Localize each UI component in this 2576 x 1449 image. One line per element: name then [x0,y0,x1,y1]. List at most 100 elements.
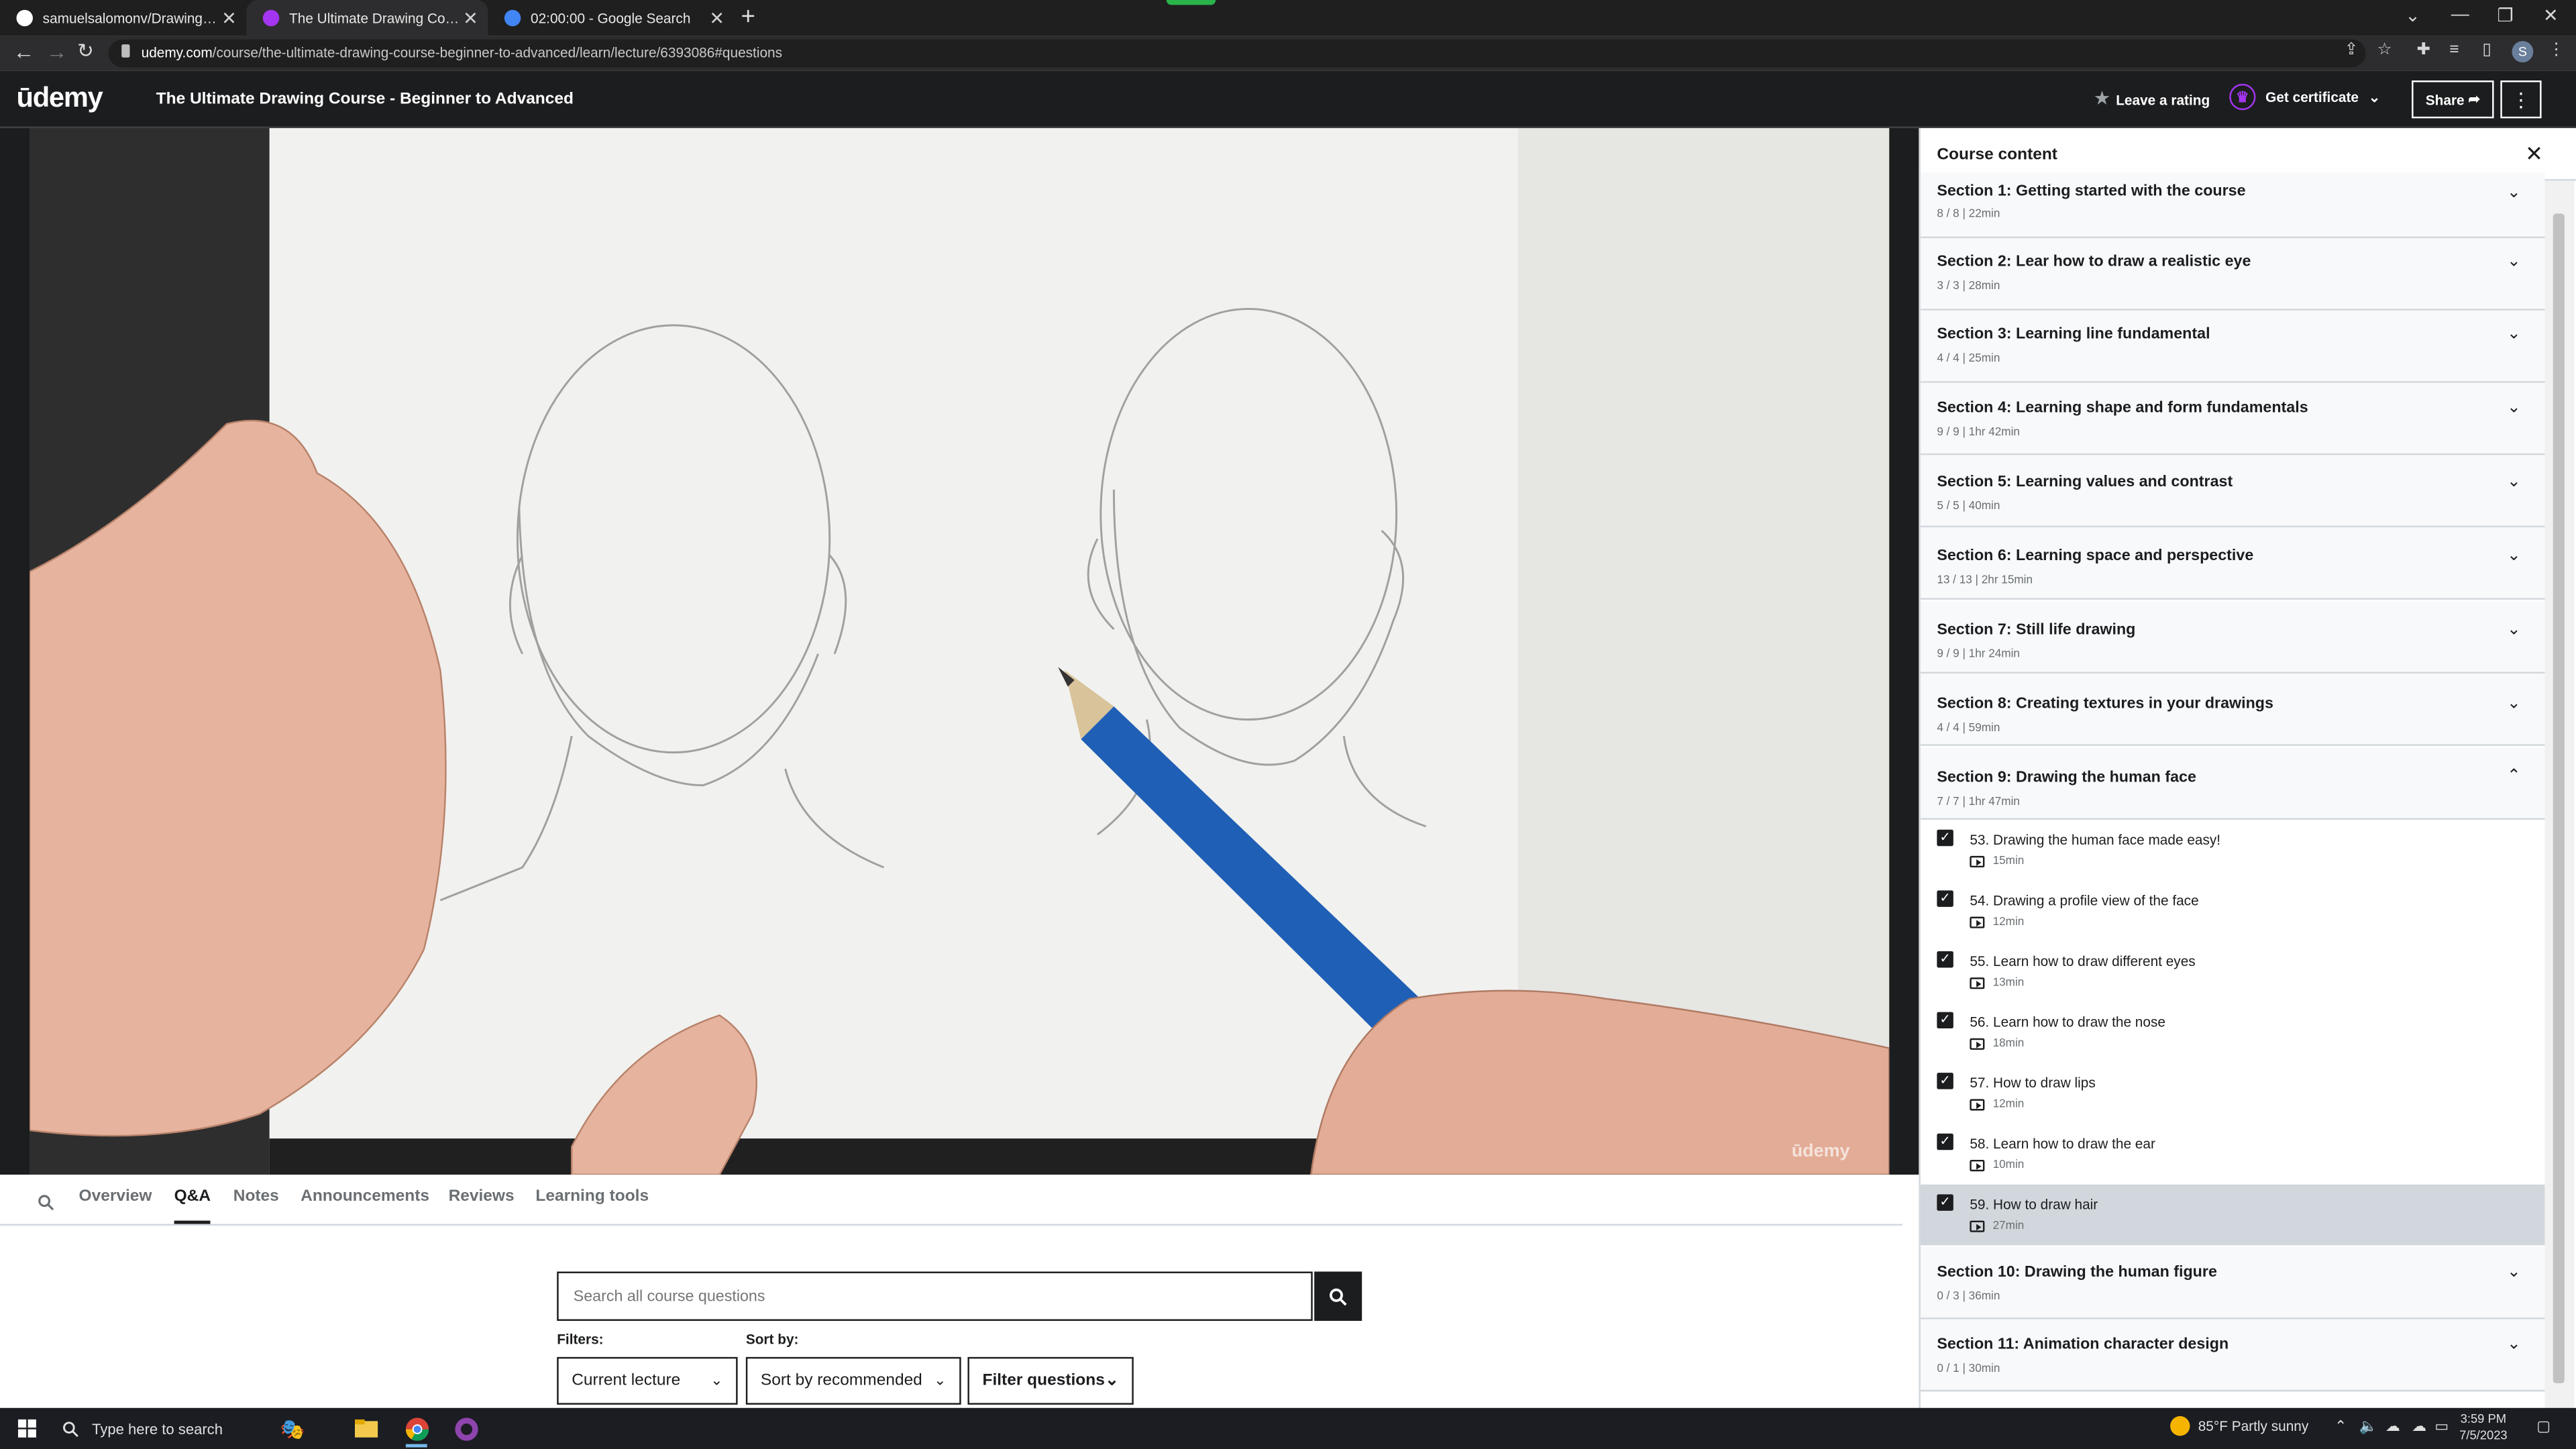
search-icon[interactable] [38,1189,54,1219]
cloud-icon[interactable]: ☁ [2412,1417,2426,1436]
back-icon[interactable]: ← [13,40,35,64]
completed-checkbox[interactable]: ✓ [1937,890,1953,907]
get-certificate-button[interactable]: ♛ Get certificate ⌄ [2229,83,2380,111]
weather-widget[interactable]: 85°F Partly sunny [2170,1416,2308,1436]
video-player[interactable]: ūdemy [0,128,1919,1175]
video-frame[interactable]: ūdemy [30,128,1890,1175]
completed-checkbox[interactable]: ✓ [1937,1133,1953,1150]
more-options-button[interactable]: ⋮ [2500,80,2542,119]
reload-icon[interactable]: ↻ [77,40,94,62]
completed-checkbox[interactable]: ✓ [1937,1194,1953,1211]
share-page-icon[interactable]: ⇪ [2345,41,2359,59]
lecture-item[interactable]: ✓ 55. Learn how to draw different eyes 1… [1920,941,2545,1002]
tab-learning-tools[interactable]: Learning tools [535,1188,649,1206]
onedrive-icon[interactable]: ☁ [2385,1417,2400,1436]
section-item[interactable]: Section 4: Learning shape and form funda… [1920,382,2545,455]
new-tab-button[interactable]: + [741,3,755,32]
github-desktop-icon[interactable] [450,1413,482,1444]
tab-announcements[interactable]: Announcements [301,1188,429,1206]
minimize-button[interactable]: — [2451,5,2469,24]
tab-overview[interactable]: Overview [79,1188,152,1206]
udemy-logo[interactable]: ūdemy [16,82,103,115]
screen: samuelsalomonv/DrawingCourse ✕ The Ultim… [0,0,2576,1449]
google-icon [504,9,521,27]
scrollbar-thumb[interactable] [2553,213,2565,1384]
media-icon[interactable]: ≡ [2449,41,2459,59]
lecture-item[interactable]: ✓ 57. How to draw lips 12min [1920,1063,2545,1124]
section-title: Section 2: Lear how to draw a realistic … [1937,253,2251,272]
lecture-title: 53. Drawing the human face made easy! [1970,831,2221,848]
completed-checkbox[interactable]: ✓ [1937,951,1953,968]
lecture-title: 55. Learn how to draw different eyes [1970,953,2196,969]
lecture-item[interactable]: ✓ 56. Learn how to draw the nose 18min [1920,1002,2545,1063]
tab-reviews[interactable]: Reviews [449,1188,515,1206]
tab-qa[interactable]: Q&A [174,1188,211,1206]
browser-tab-strip: samuelsalomonv/DrawingCourse ✕ The Ultim… [0,0,2576,36]
section-item[interactable]: Section 8: Creating textures in your dra… [1920,674,2545,746]
section-item[interactable]: Section 10: Drawing the human figure 0 /… [1920,1246,2545,1320]
lecture-duration: 13min [1992,977,2025,989]
chevron-down-icon: ⌄ [934,1371,947,1389]
section-item[interactable]: Section 6: Learning space and perspectiv… [1920,527,2545,600]
lecture-item-current[interactable]: ✓ 59. How to draw hair 27min [1920,1184,2545,1246]
course-title[interactable]: The Ultimate Drawing Course - Beginner t… [156,91,574,109]
extensions-icon[interactable]: ✚ [2416,41,2430,59]
sidebar-scrollbar[interactable] [2544,180,2575,1408]
taskbar-search[interactable]: Type here to search [52,1408,260,1449]
sort-select[interactable]: Sort by recommended ⌄ [745,1356,961,1405]
tab-search-icon[interactable]: ⌄ [2405,5,2420,26]
share-button[interactable]: Share ➦ [2412,80,2494,119]
completed-checkbox[interactable]: ✓ [1937,1073,1953,1089]
lecture-item[interactable]: ✓ 54. Drawing a profile view of the face… [1920,880,2545,942]
chevron-up-icon[interactable]: ⌃ [2334,1417,2347,1436]
lecture-meta: 13min [1970,977,2024,989]
notifications-icon[interactable]: ▢ [2536,1417,2551,1436]
section-item[interactable]: Section 5: Learning values and contrast … [1920,455,2545,528]
forward-icon[interactable]: → [46,40,68,64]
course-content-sidebar: Course content ✕ Section 1: Getting star… [1919,128,2576,1408]
taskbar-clock[interactable]: 3:59 PM 7/5/2023 [2459,1411,2508,1444]
lecture-tabs: Overview Q&A Notes Announcements Reviews… [0,1175,1902,1226]
section-item[interactable]: Section 7: Still life drawing 9 / 9 | 1h… [1920,601,2545,674]
chrome-menu-icon[interactable]: ⋮ [2548,41,2564,59]
leave-rating-button[interactable]: ★ Leave a rating [2094,91,2210,109]
completed-checkbox[interactable]: ✓ [1937,829,1953,847]
close-icon[interactable]: ✕ [2525,142,2543,168]
close-icon[interactable]: ✕ [709,7,724,28]
section-item[interactable]: Section 11: Animation character design 0… [1920,1319,2545,1392]
widgets-icon[interactable]: 🎭 [260,1413,325,1444]
close-icon[interactable]: ✕ [221,7,237,28]
section-item[interactable]: Section 3: Learning line fundamental 4 /… [1920,310,2545,383]
profile-avatar[interactable]: S [2512,41,2534,63]
browser-tab-github[interactable]: samuelsalomonv/DrawingCourse ✕ [0,0,246,36]
section-item[interactable]: Section 2: Lear how to draw a realistic … [1920,238,2545,311]
get-certificate-label: Get certificate [2265,89,2359,105]
browser-tab-google[interactable]: 02:00:00 - Google Search ✕ [488,0,734,36]
side-panel-icon[interactable]: ▯ [2482,41,2491,59]
url-text: udemy.com/course/the-ultimate-drawing-co… [141,44,783,61]
qa-search-input[interactable] [557,1271,1313,1321]
address-bar[interactable]: udemy.com/course/the-ultimate-drawing-co… [108,39,2366,68]
section-item[interactable]: Section 1: Getting started with the cour… [1920,172,2545,239]
completed-checkbox[interactable]: ✓ [1937,1012,1953,1029]
file-explorer-icon[interactable] [350,1413,382,1444]
volume-icon[interactable]: 🔈 [2359,1417,2377,1436]
partly-sunny-icon [2170,1416,2190,1436]
lecture-filter-select[interactable]: Current lecture ⌄ [557,1356,738,1405]
lecture-item[interactable]: ✓ 58. Learn how to draw the ear 10min [1920,1124,2545,1185]
lecture-item[interactable]: ✓ 53. Drawing the human face made easy! … [1920,820,2545,881]
close-icon[interactable]: ✕ [463,7,478,28]
windows-start-icon[interactable] [17,1419,36,1438]
chrome-taskbar-icon[interactable] [401,1413,433,1448]
qa-search-button[interactable] [1314,1271,1362,1321]
filter-questions-button[interactable]: Filter questions ⌄ [967,1356,1134,1405]
more-vertical-icon: ⋮ [2511,88,2531,111]
section-title: Section 4: Learning shape and form funda… [1937,399,2308,418]
section-item-expanded[interactable]: Section 9: Drawing the human face 7 / 7 … [1920,747,2545,820]
maximize-button[interactable]: ❐ [2497,5,2513,26]
browser-tab-udemy[interactable]: The Ultimate Drawing Course - B ✕ [246,0,488,36]
network-icon[interactable]: ▭ [2434,1417,2449,1436]
close-window-button[interactable]: ✕ [2543,5,2559,26]
tab-notes[interactable]: Notes [233,1188,279,1206]
bookmark-star-icon[interactable]: ☆ [2377,41,2392,59]
